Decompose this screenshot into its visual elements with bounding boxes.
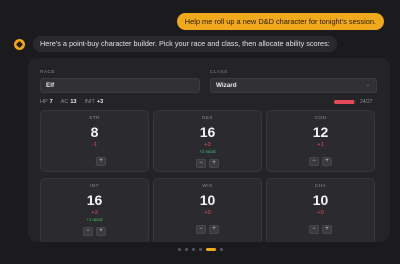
decrement-button[interactable]: − — [83, 227, 93, 236]
assistant-message-bubble: Here's a point-buy character builder. Pi… — [33, 36, 337, 52]
ability-card-dex: DEX 16 +3 +2 racial − + — [153, 110, 262, 172]
ability-score: 10 — [312, 192, 329, 208]
pagination-dot[interactable] — [192, 248, 195, 251]
racial-bonus: +2 racial — [199, 149, 216, 154]
increment-button[interactable]: + — [322, 157, 332, 166]
ability-score: 16 — [86, 192, 103, 208]
increment-button[interactable]: + — [96, 157, 106, 166]
ability-card-str: STR 8 -1 − + — [40, 110, 149, 172]
pagination-dot-active[interactable] — [206, 248, 216, 251]
ac-stat: AC 13 — [60, 99, 77, 105]
ability-name: DEX — [201, 116, 214, 121]
decrement-button[interactable]: − — [309, 157, 319, 166]
chevron-down-icon: ⌄ — [365, 82, 370, 88]
ability-card-int: INT 16 +3 +1 racial − + — [40, 178, 149, 242]
decrement-button[interactable]: − — [309, 225, 319, 234]
ability-name: CON — [314, 116, 327, 121]
points-progress-fill — [334, 100, 354, 104]
ability-name: CHA — [314, 184, 327, 189]
ability-controls: − + — [41, 227, 148, 236]
decrement-button[interactable]: − — [83, 157, 93, 166]
ability-controls: − + — [41, 157, 148, 166]
ability-name: INT — [90, 184, 99, 189]
ability-name: STR — [89, 116, 100, 121]
pagination-dots — [178, 248, 223, 251]
derived-stats: HP 7 AC 13 INIT +3 — [40, 99, 103, 105]
racial-bonus: +1 racial — [86, 217, 103, 222]
increment-button[interactable]: + — [209, 159, 219, 168]
ability-modifier: -1 — [92, 142, 97, 148]
ability-card-wis: WIS 10 +0 − + — [153, 178, 262, 242]
ability-modifier: +3 — [204, 142, 211, 148]
pagination-dot[interactable] — [178, 248, 181, 251]
ability-controls: − + — [267, 225, 374, 234]
race-select[interactable]: Elf — [40, 78, 200, 93]
race-label: RACE — [40, 70, 55, 75]
user-message-bubble: Help me roll up a new D&D character for … — [176, 13, 384, 30]
race-value: Elf — [46, 82, 55, 89]
ability-controls: − + — [267, 157, 374, 166]
ability-modifier: +3 — [91, 210, 98, 216]
assistant-avatar-icon — [14, 38, 25, 50]
init-stat: INIT +3 — [84, 99, 104, 105]
class-select[interactable]: Wizard ⌄ — [210, 78, 377, 93]
ability-name: WIS — [202, 184, 213, 189]
ability-modifier: +1 — [317, 142, 324, 148]
points-progress-bar — [334, 100, 356, 104]
increment-button[interactable]: + — [322, 225, 332, 234]
decrement-button[interactable]: − — [196, 159, 206, 168]
character-builder-panel: RACE Elf CLASS Wizard ⌄ HP 7 AC 13 INIT +3 … — [28, 58, 390, 242]
increment-button[interactable]: + — [96, 227, 106, 236]
ability-score: 10 — [199, 192, 216, 208]
increment-button[interactable]: + — [209, 225, 219, 234]
ability-card-con: CON 12 +1 − + — [266, 110, 375, 172]
class-label: CLASS — [210, 70, 228, 75]
pagination-dot[interactable] — [220, 248, 223, 251]
ability-score: 12 — [312, 124, 329, 140]
points-remaining: 24/27 — [360, 99, 373, 105]
assistant-message-row: Here's a point-buy character builder. Pi… — [14, 36, 337, 52]
class-value: Wizard — [216, 82, 237, 89]
hp-stat: HP 7 — [40, 99, 53, 105]
pagination-dot[interactable] — [185, 248, 188, 251]
ability-controls: − + — [154, 159, 261, 168]
ability-modifier: +0 — [317, 210, 324, 216]
decrement-button[interactable]: − — [196, 225, 206, 234]
ability-modifier: +0 — [204, 210, 211, 216]
ability-controls: − + — [154, 225, 261, 234]
ability-card-cha: CHA 10 +0 − + — [266, 178, 375, 242]
ability-score: 8 — [90, 124, 99, 140]
pagination-dot[interactable] — [199, 248, 202, 251]
ability-score: 16 — [199, 124, 216, 140]
